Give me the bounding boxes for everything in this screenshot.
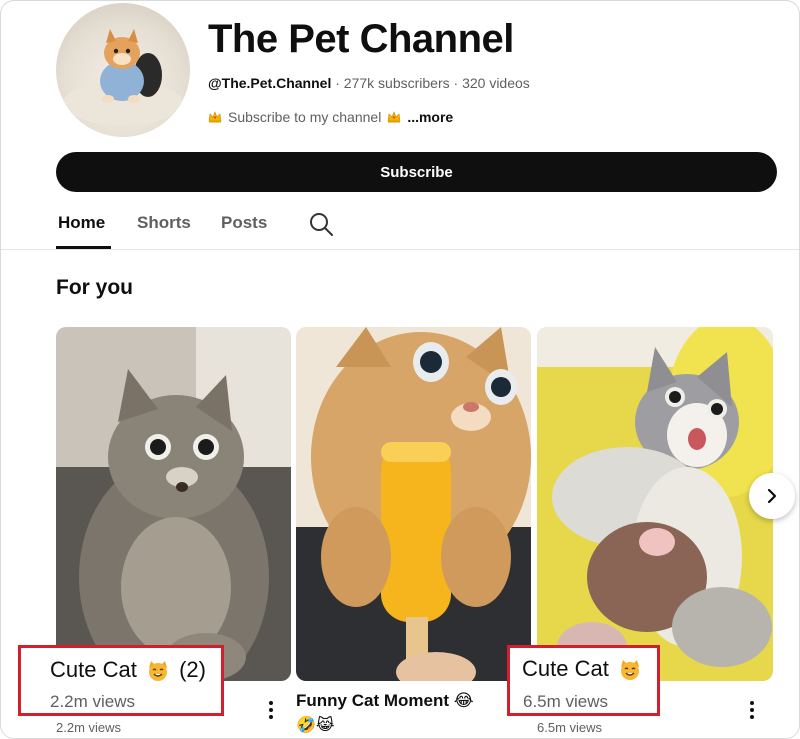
highlight-title-suffix: (2) [179, 657, 206, 682]
highlight-views-1: 2.2m views [50, 692, 136, 711]
carousel-next-button[interactable] [749, 473, 795, 519]
section-title: For you [56, 276, 133, 299]
more-vert-icon[interactable] [747, 699, 757, 721]
meta-separator: · [335, 75, 340, 91]
highlight-title-1: Cute Cat (2) [50, 657, 206, 683]
tab-home[interactable]: Home [58, 213, 105, 233]
video-title-2[interactable]: Funny Cat Moment 😂 [296, 691, 474, 711]
highlight-title-text: Cute Cat [50, 657, 137, 682]
video-thumbnail-3[interactable] [537, 327, 773, 681]
description-text: Subscribe to my channel [228, 109, 382, 125]
cat-face-emoji [148, 661, 167, 682]
channel-handle[interactable]: @The.Pet.Channel [208, 75, 331, 91]
channel-page: The Pet Channel @The.Pet.Channel · 277k … [0, 0, 800, 739]
video-thumbnail-2[interactable] [296, 327, 531, 681]
more-link[interactable]: ...more [407, 109, 453, 125]
active-tab-indicator [56, 246, 111, 249]
video-thumbnail-1[interactable] [56, 327, 291, 681]
crown-icon [208, 111, 222, 123]
chevron-right-icon [767, 488, 777, 504]
channel-meta: @The.Pet.Channel · 277k subscribers · 32… [208, 75, 530, 91]
subscriber-count: 277k subscribers [343, 75, 450, 91]
video-views-3: 6.5m views [537, 720, 603, 735]
video-title-2-line2[interactable]: 🤣😹 [296, 715, 335, 735]
video-count: 320 videos [462, 75, 530, 91]
channel-description[interactable]: Subscribe to my channel ...more [208, 109, 453, 125]
more-vert-icon[interactable] [266, 699, 276, 721]
crown-icon [387, 111, 401, 123]
channel-tabs: Home Shorts Posts [1, 199, 799, 250]
video-views-1: 2.2m views [56, 720, 122, 735]
cat-face-emoji [620, 660, 639, 681]
channel-avatar[interactable] [56, 3, 190, 137]
highlight-title-text: Cute Cat [522, 656, 609, 681]
meta-separator: · [453, 75, 459, 91]
tab-shorts[interactable]: Shorts [137, 213, 191, 233]
subscribe-button[interactable]: Subscribe [56, 152, 777, 192]
tab-posts[interactable]: Posts [221, 213, 267, 233]
channel-name: The Pet Channel [208, 17, 514, 61]
highlight-views-2: 6.5m views [523, 692, 609, 711]
highlight-title-2: Cute Cat [522, 656, 641, 682]
search-icon[interactable] [308, 211, 334, 237]
